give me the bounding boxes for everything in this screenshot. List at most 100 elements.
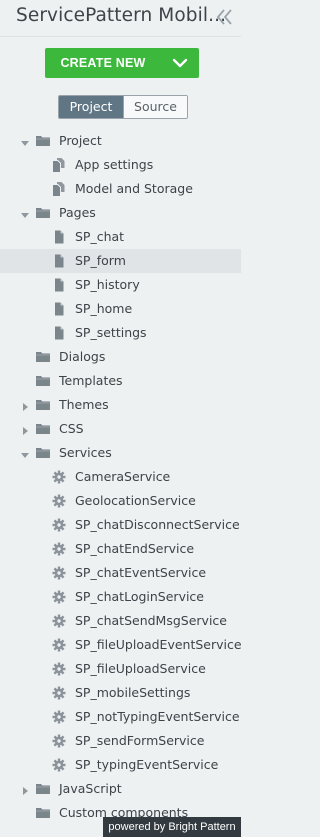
document-stack-icon xyxy=(51,181,67,197)
gear-icon xyxy=(51,733,67,749)
gear-icon xyxy=(51,541,67,557)
tree-item-geolocationservice[interactable]: GeolocationService xyxy=(0,489,241,513)
project-tree: Project App settings Model and Storage Page… xyxy=(0,129,242,825)
create-new-button[interactable]: CREATE NEW xyxy=(45,48,199,78)
folder-icon xyxy=(35,349,51,365)
tree-item-sp-chatendservice[interactable]: SP_chatEndService xyxy=(0,537,241,561)
folder-icon xyxy=(35,397,51,413)
folder-icon xyxy=(35,133,51,149)
tree-item-sp-fileuploadeventservice[interactable]: SP_fileUploadEventService xyxy=(0,633,242,657)
app-title: ServicePattern Mobil... xyxy=(16,5,227,26)
double-chevron-left-icon[interactable] xyxy=(215,6,235,28)
tree-item-services[interactable]: Services xyxy=(0,441,241,465)
tree-item-label: SP_chatSendMsgService xyxy=(75,613,227,628)
tree-item-label: SP_form xyxy=(75,253,126,268)
page-icon xyxy=(51,277,67,293)
tree-item-sp-home[interactable]: SP_home xyxy=(0,297,241,321)
tree-item-sp-chateventservice[interactable]: SP_chatEventService xyxy=(0,561,241,585)
tree-item-label: CSS xyxy=(59,421,84,436)
expand-open-icon[interactable] xyxy=(20,448,30,458)
page-icon xyxy=(51,301,67,317)
tree-item-label: SP_fileUploadEventService xyxy=(75,637,242,652)
tree-item-sp-chatdisconnectservice[interactable]: SP_chatDisconnectService xyxy=(0,513,241,537)
expand-open-icon[interactable] xyxy=(20,208,30,218)
folder-icon xyxy=(35,373,51,389)
expand-closed-icon[interactable] xyxy=(20,400,30,411)
tree-item-templates[interactable]: Templates xyxy=(0,369,241,393)
gear-icon xyxy=(51,469,67,485)
tree-item-label: CameraService xyxy=(75,469,171,484)
tree-item-pages[interactable]: Pages xyxy=(0,201,241,225)
tree-item-sp-mobilesettings[interactable]: SP_mobileSettings xyxy=(0,681,241,705)
tree-item-sp-sendformservice[interactable]: SP_sendFormService xyxy=(0,729,241,753)
tree-item-app-settings[interactable]: App settings xyxy=(0,153,241,177)
tree-item-sp-history[interactable]: SP_history xyxy=(0,273,241,297)
tree-item-label: SP_chatDisconnectService xyxy=(75,517,240,532)
tree-item-label: Model and Storage xyxy=(75,181,193,196)
tree-item-label: SP_history xyxy=(75,277,140,292)
tree-item-sp-chatloginservice[interactable]: SP_chatLoginService xyxy=(0,585,241,609)
tree-item-css[interactable]: CSS xyxy=(0,417,241,441)
tree-item-javascript[interactable]: JavaScript xyxy=(0,777,241,801)
expand-closed-icon[interactable] xyxy=(20,424,30,435)
tree-item-dialogs[interactable]: Dialogs xyxy=(0,345,241,369)
folder-icon xyxy=(35,445,51,461)
tree-item-label: App settings xyxy=(75,157,154,172)
tree-item-label: SP_fileUploadService xyxy=(75,661,206,676)
tree-item-sp-chatsendmsgservice[interactable]: SP_chatSendMsgService xyxy=(0,609,241,633)
tree-item-sp-chat[interactable]: SP_chat xyxy=(0,225,241,249)
tree-item-sp-typingeventservice[interactable]: SP_typingEventService xyxy=(0,753,241,777)
gear-icon xyxy=(51,661,67,677)
tree-item-label: Services xyxy=(59,445,112,460)
create-new-label: CREATE NEW xyxy=(60,56,146,70)
folder-icon xyxy=(35,421,51,437)
header: ServicePattern Mobil... xyxy=(0,0,241,37)
tree-item-label: SP_chat xyxy=(75,229,125,244)
tree-item-sp-settings[interactable]: SP_settings xyxy=(0,321,241,345)
tree-item-label: Pages xyxy=(59,205,96,220)
tree-item-label: Dialogs xyxy=(59,349,106,364)
tree-item-project[interactable]: Project xyxy=(0,129,241,153)
tree-item-label: Templates xyxy=(59,373,123,388)
tree-item-label: SP_chatLoginService xyxy=(75,589,204,604)
expand-open-icon[interactable] xyxy=(20,136,30,146)
tree-item-sp-form[interactable]: SP_form xyxy=(0,249,241,273)
gear-icon xyxy=(51,517,67,533)
tab-project[interactable]: Project xyxy=(59,96,123,118)
tree-item-themes[interactable]: Themes xyxy=(0,393,241,417)
gear-icon xyxy=(51,757,67,773)
expand-closed-icon[interactable] xyxy=(20,784,30,795)
tree-item-cameraservice[interactable]: CameraService xyxy=(0,465,241,489)
folder-icon xyxy=(35,205,51,221)
gear-icon xyxy=(51,709,67,725)
tree-item-label: SP_typingEventService xyxy=(75,757,219,772)
gear-icon xyxy=(51,613,67,629)
gear-icon xyxy=(51,565,67,581)
tree-item-label: SP_chatEndService xyxy=(75,541,195,556)
tree-item-label: SP_settings xyxy=(75,325,147,340)
tree-item-model-and-storage[interactable]: Model and Storage xyxy=(0,177,241,201)
gear-icon xyxy=(51,685,67,701)
tree-item-label: SP_notTypingEventService xyxy=(75,709,240,724)
gear-icon xyxy=(51,637,67,653)
document-stack-icon xyxy=(51,157,67,173)
tab-source[interactable]: Source xyxy=(123,96,187,118)
tree-item-label: GeolocationService xyxy=(75,493,196,508)
tree-item-label: SP_home xyxy=(75,301,133,316)
tree-item-label: SP_mobileSettings xyxy=(75,685,191,700)
tree-item-sp-fileuploadservice[interactable]: SP_fileUploadService xyxy=(0,657,241,681)
page-icon xyxy=(51,253,67,269)
tree-item-label: JavaScript xyxy=(59,781,122,796)
page-icon xyxy=(51,229,67,245)
tree-item-sp-nottypingeventservice[interactable]: SP_notTypingEventService xyxy=(0,705,241,729)
gear-icon xyxy=(51,589,67,605)
view-switch: Project Source xyxy=(58,95,188,119)
gear-icon xyxy=(51,493,67,509)
chevron-down-icon[interactable] xyxy=(161,48,199,78)
tree-item-label: SP_sendFormService xyxy=(75,733,205,748)
page-icon xyxy=(51,325,67,341)
tree-item-label: SP_chatEventService xyxy=(75,565,207,580)
folder-icon xyxy=(35,781,51,797)
tree-item-label: Themes xyxy=(59,397,109,412)
tree-item-label: Project xyxy=(59,133,102,148)
